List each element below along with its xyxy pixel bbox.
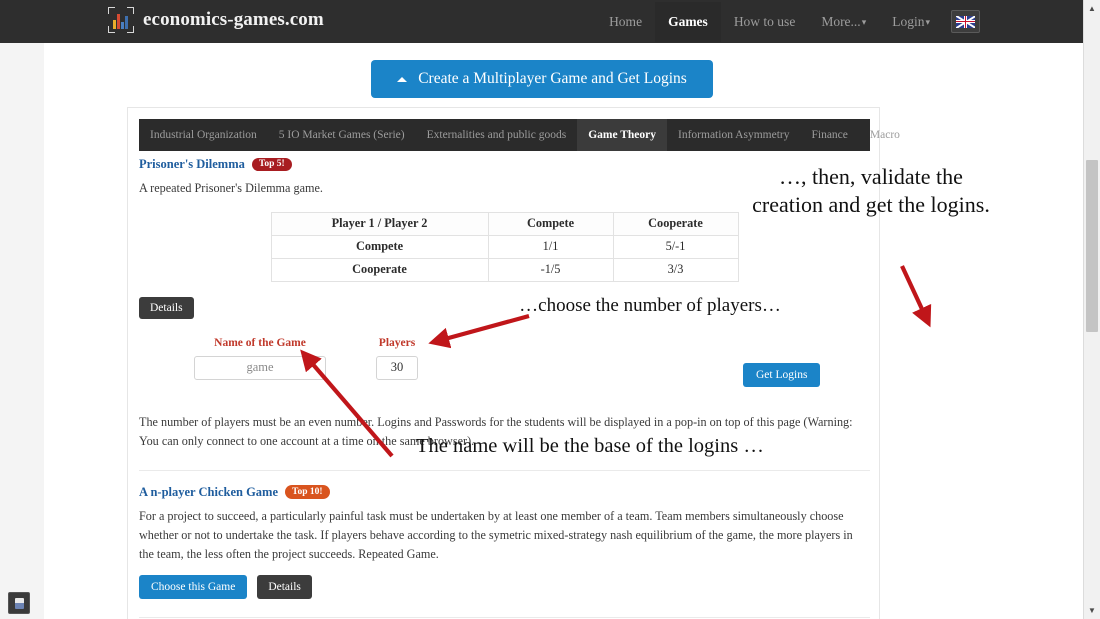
page-content: Create a Multiplayer Game and Get Logins… — [0, 43, 1084, 619]
name-of-game-input[interactable] — [194, 355, 326, 380]
name-of-game-label: Name of the Game — [214, 336, 306, 349]
caret-up-icon — [397, 76, 408, 82]
chicken-game-buttons: Choose this Game Details — [139, 574, 870, 599]
annotation-players-text: …choose the number of players… — [519, 295, 781, 316]
nav-item-how-to-use[interactable]: How to use — [721, 2, 809, 42]
payoff-matrix-container: Player 1 / Player 2 Compete Cooperate Co… — [139, 211, 870, 282]
game-title-text: A n-player Chicken Game — [139, 484, 279, 499]
game-title-text: Prisoner's Dilemma — [139, 157, 245, 171]
tab-game-theory[interactable]: Game Theory — [577, 119, 668, 151]
details-button-chicken[interactable]: Details — [257, 574, 312, 599]
matrix-header-players: Player 1 / Player 2 — [270, 211, 489, 236]
table-header-row: Player 1 / Player 2 Compete Cooperate — [270, 211, 739, 236]
table-row: Cooperate -1/5 3/3 — [270, 257, 739, 282]
nav-item-login[interactable]: Login▾ — [879, 2, 943, 42]
players-input[interactable] — [376, 355, 418, 380]
matrix-row-label-cooperate: Cooperate — [270, 257, 489, 282]
choose-this-game-button-chicken[interactable]: Choose this Game — [139, 574, 248, 599]
game-block-chicken-game: A n-player Chicken Game Top 10! For a pr… — [139, 485, 870, 599]
name-field-group: Name of the Game — [194, 337, 326, 380]
section-divider — [139, 469, 870, 471]
top-navbar: economics-games.com Home Games How to us… — [0, 0, 1084, 44]
scrollbar-thumb[interactable] — [1086, 160, 1098, 332]
matrix-row-label-compete: Compete — [270, 234, 489, 259]
nav-item-more-label: More... — [821, 13, 861, 29]
cta-container: Create a Multiplayer Game and Get Logins — [0, 60, 1084, 98]
nav-item-more[interactable]: More...▾ — [808, 2, 879, 42]
site-brand[interactable]: economics-games.com — [108, 7, 324, 33]
matrix-header-compete: Compete — [487, 211, 614, 236]
matrix-cell-cooperate-compete: -1/5 — [487, 257, 614, 282]
status-badge-top10: Top 10! — [285, 485, 330, 500]
table-row: Compete 1/1 5/-1 — [270, 234, 739, 259]
tab-information-asymmetry[interactable]: Information Asymmetry — [667, 119, 800, 151]
left-gutter — [0, 43, 44, 619]
players-field-group: Players — [376, 337, 418, 380]
matrix-cell-cooperate-cooperate: 3/3 — [612, 257, 739, 282]
app-launcher-icon[interactable] — [8, 592, 30, 614]
brand-name: economics-games.com — [143, 9, 324, 30]
get-logins-group: Get Logins — [743, 362, 821, 387]
tab-finance[interactable]: Finance — [800, 119, 858, 151]
nav-menu: Home Games How to use More...▾ Login▾ — [596, 0, 980, 43]
section-divider — [139, 616, 870, 618]
tab-industrial-organization[interactable]: Industrial Organization — [139, 119, 268, 151]
payoff-matrix-table: Player 1 / Player 2 Compete Cooperate Co… — [270, 211, 739, 282]
players-label: Players — [378, 336, 416, 349]
browser-viewport: economics-games.com Home Games How to us… — [0, 0, 1100, 619]
game-creation-form: Name of the Game Players Get Logins — [139, 331, 870, 397]
annotation-name-text: The name will be the base of the logins … — [416, 435, 764, 457]
matrix-cell-compete-cooperate: 5/-1 — [612, 234, 739, 259]
tab-macro[interactable]: Macro — [859, 119, 911, 151]
chevron-down-icon[interactable]: ▼ — [1084, 602, 1100, 619]
uk-flag-icon[interactable] — [951, 10, 980, 33]
create-multiplayer-game-button[interactable]: Create a Multiplayer Game and Get Logins — [371, 60, 713, 98]
chevron-down-icon: ▾ — [925, 16, 930, 27]
annotation-validate-text: …, then, validate the creation and get t… — [752, 164, 990, 218]
bar-chart-logo-icon — [108, 7, 134, 33]
chevron-down-icon: ▾ — [861, 16, 867, 27]
nav-item-games[interactable]: Games — [655, 1, 721, 42]
create-multiplayer-game-label: Create a Multiplayer Game and Get Logins — [418, 70, 687, 87]
nav-item-home[interactable]: Home — [596, 2, 655, 42]
nav-item-login-label: Login — [892, 13, 925, 29]
tab-externalities-public-goods[interactable]: Externalities and public goods — [416, 119, 578, 151]
status-badge-top5: Top 5! — [251, 157, 292, 172]
details-button-prisoners-dilemma[interactable]: Details — [139, 296, 194, 319]
games-list: Prisoner's Dilemma Top 5! A repeated Pri… — [139, 157, 870, 619]
game-title-chicken-game[interactable]: A n-player Chicken Game Top 10! — [139, 485, 870, 500]
tab-5-io-market-games[interactable]: 5 IO Market Games (Serie) — [268, 119, 416, 151]
matrix-header-cooperate: Cooperate — [612, 211, 739, 236]
get-logins-button[interactable]: Get Logins — [743, 362, 821, 387]
vertical-scrollbar[interactable]: ▲ ▼ — [1083, 0, 1100, 619]
category-tabs: Industrial Organization 5 IO Market Game… — [139, 119, 900, 151]
game-description-chicken-game: For a project to succeed, a particularly… — [139, 508, 853, 561]
matrix-cell-compete-compete: 1/1 — [487, 234, 614, 259]
chevron-up-icon[interactable]: ▲ — [1084, 0, 1100, 17]
